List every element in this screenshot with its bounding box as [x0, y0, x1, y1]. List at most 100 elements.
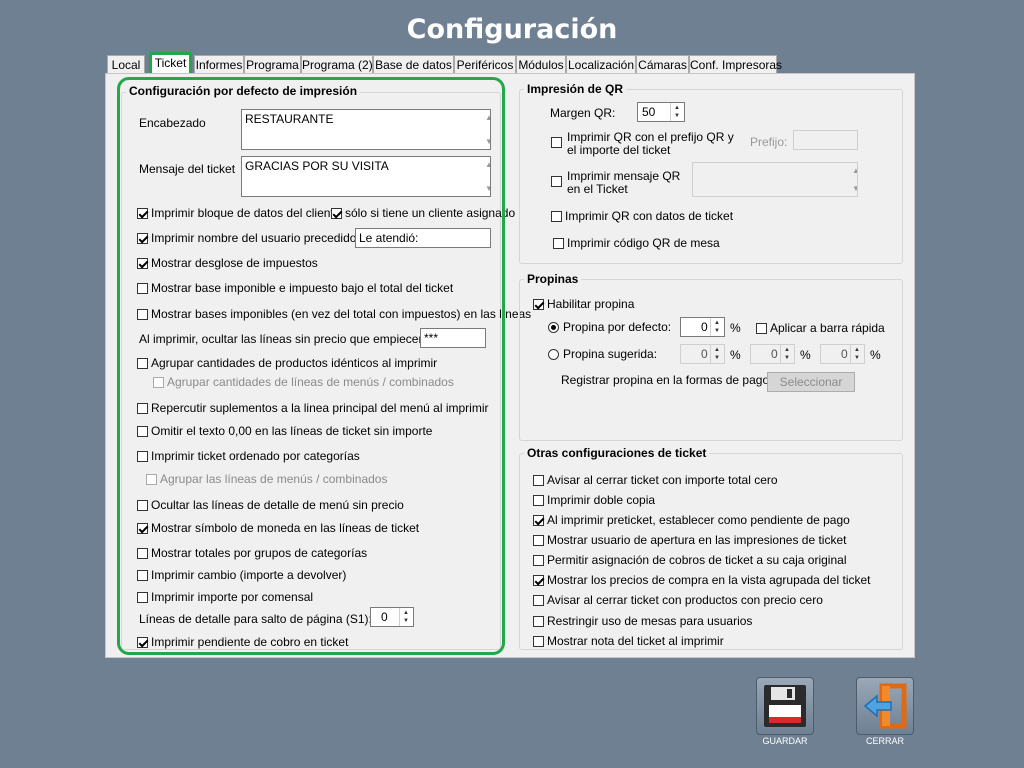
checkbox-box — [137, 500, 148, 511]
header-textarea[interactable]: RESTAURANTE ▲▼ — [241, 109, 491, 150]
spinner-arrows[interactable]: ▲ ▼ — [710, 318, 724, 336]
spinner-arrows[interactable]: ▲ ▼ — [710, 345, 724, 363]
print-defaults-title: Configuración por defecto de impresión — [126, 84, 361, 98]
checkbox-box — [137, 451, 148, 462]
spinner-arrows[interactable]: ▲ ▼ — [670, 103, 684, 121]
qr-margin-spinner[interactable]: 50 ▲ ▼ — [637, 102, 685, 122]
tab-perifericos[interactable]: Periféricos — [454, 55, 516, 73]
other-item-1-checkbox[interactable]: Imprimir doble copia — [533, 493, 655, 507]
tab-base-de-datos[interactable]: Base de datos — [373, 55, 454, 73]
show-tax-base-checkbox[interactable]: Mostrar base imponible e impuesto bajo e… — [137, 281, 453, 295]
scroll-up-icon: ▲ — [849, 166, 857, 175]
other-item-8-checkbox[interactable]: Mostrar nota del ticket al imprimir — [533, 634, 724, 648]
tab-modulos[interactable]: Módulos — [516, 55, 566, 73]
show-tax-bases-lines-checkbox[interactable]: Mostrar bases imponibles (en vez del tot… — [137, 307, 531, 321]
qr-table-code-checkbox[interactable]: Imprimir código QR de mesa — [553, 236, 720, 250]
omit-zero-text-checkbox[interactable]: Omitir el texto 0,00 en las líneas de ti… — [137, 424, 432, 438]
save-button[interactable] — [756, 677, 814, 735]
group-identical-products-checkbox[interactable]: Agrupar cantidades de productos idéntico… — [137, 356, 437, 370]
checkbox-box — [533, 299, 544, 310]
other-item-3-checkbox[interactable]: Mostrar usuario de apertura en las impre… — [533, 533, 846, 547]
suggested-tip-spinner-2[interactable]: 0 ▲ ▼ — [750, 344, 795, 364]
qr-margin-label: Margen QR: — [550, 106, 616, 120]
print-user-name-checkbox[interactable]: Imprimir nombre del usuario precedido de… — [137, 231, 376, 245]
message-label: Mensaje del ticket — [139, 162, 236, 176]
show-tax-breakdown-checkbox[interactable]: Mostrar desglose de impuestos — [137, 256, 318, 270]
scroll-down-icon: ▼ — [482, 137, 490, 146]
tab-conf-impresoras[interactable]: Conf. Impresoras — [689, 55, 782, 73]
print-client-block-checkbox[interactable]: Imprimir bloque de datos del cliente — [137, 206, 340, 220]
hide-lines-input[interactable]: *** — [420, 328, 486, 348]
print-pending-payment-checkbox[interactable]: Imprimir pendiente de cobro en ticket — [137, 635, 348, 649]
tab-ticket[interactable]: Ticket — [149, 52, 192, 74]
other-item-7-checkbox[interactable]: Restringir uso de mesas para usuarios — [533, 614, 752, 628]
suggested-tip-spinner-3[interactable]: 0 ▲ ▼ — [820, 344, 865, 364]
other-item-5-checkbox[interactable]: Mostrar los precios de compra en la vist… — [533, 573, 871, 587]
show-currency-symbol-checkbox[interactable]: Mostrar símbolo de moneda en las líneas … — [137, 521, 419, 535]
qr-message-scrollbar[interactable]: ▲▼ — [842, 164, 857, 195]
checkbox-box — [551, 176, 562, 187]
show-category-totals-checkbox[interactable]: Mostrar totales por grupos de categorías — [137, 546, 367, 560]
user-prefix-input[interactable]: Le atendió: — [355, 228, 491, 248]
hide-menu-detail-lines-checkbox[interactable]: Ocultar las líneas de detalle de menú si… — [137, 498, 404, 512]
qr-ticket-data-checkbox[interactable]: Imprimir QR con datos de ticket — [551, 209, 733, 223]
percent-label: % — [870, 348, 881, 362]
spin-down-icon: ▼ — [854, 355, 860, 361]
qr-message-checkbox[interactable]: Imprimir mensaje QR en el Ticket — [551, 170, 681, 196]
spin-up-icon: ▲ — [854, 347, 860, 353]
print-change-checkbox[interactable]: Imprimir cambio (importe a devolver) — [137, 568, 346, 582]
tab-localizacion[interactable]: Localización — [566, 55, 636, 73]
header-scrollbar[interactable]: ▲▼ — [475, 111, 490, 148]
spinner-arrows[interactable]: ▲ ▼ — [399, 608, 413, 626]
close-button[interactable] — [856, 677, 914, 735]
spin-down-icon: ▼ — [714, 355, 720, 361]
checkbox-box — [551, 211, 562, 222]
only-assigned-client-checkbox[interactable]: sólo si tiene un cliente asignado — [331, 206, 515, 220]
enable-tips-checkbox[interactable]: Habilitar propina — [533, 297, 634, 311]
suggested-tip-radio[interactable]: Propina sugerida: — [548, 347, 657, 361]
default-tip-spinner[interactable]: 0 ▲ ▼ — [680, 317, 725, 337]
default-tip-radio[interactable]: Propina por defecto: — [548, 320, 671, 334]
lines-break-spinner[interactable]: 0 ▲ ▼ — [370, 607, 414, 627]
print-ordered-by-category-checkbox[interactable]: Imprimir ticket ordenado por categorías — [137, 449, 360, 463]
tab-programa[interactable]: Programa — [244, 55, 301, 73]
pass-supplements-checkbox[interactable]: Repercutir suplementos a la linea princi… — [137, 401, 488, 415]
tab-panel: Configuración por defecto de impresión E… — [105, 73, 915, 658]
other-settings-title: Otras configuraciones de ticket — [524, 446, 710, 460]
register-tip-label: Registrar propina en la formas de pago: — [561, 373, 773, 387]
tab-programa-2[interactable]: Programa (2) — [301, 55, 373, 73]
scroll-up-icon: ▲ — [482, 113, 490, 122]
tab-informes[interactable]: Informes — [194, 55, 244, 73]
spinner-arrows[interactable]: ▲ ▼ — [780, 345, 794, 363]
checkbox-box — [137, 208, 148, 219]
header-text: RESTAURANTE — [245, 112, 334, 126]
floppy-disk-icon — [764, 685, 806, 727]
other-item-4-checkbox[interactable]: Permitir asignación de cobros de ticket … — [533, 553, 846, 567]
other-item-6-checkbox[interactable]: Avisar al cerrar ticket con productos co… — [533, 593, 823, 607]
select-payment-methods-button[interactable]: Seleccionar — [767, 372, 855, 392]
spin-up-icon: ▲ — [403, 610, 409, 616]
hide-lines-label: Al imprimir, ocultar las líneas sin prec… — [139, 332, 450, 346]
checkbox-box — [551, 137, 562, 148]
suggested-tip-spinner-1[interactable]: 0 ▲ ▼ — [680, 344, 725, 364]
message-scrollbar[interactable]: ▲▼ — [475, 158, 490, 195]
qr-prefix-checkbox[interactable]: Imprimir QR con el prefijo QR y el impor… — [551, 131, 741, 157]
checkbox-box — [137, 592, 148, 603]
qr-message-textarea[interactable]: ▲▼ — [692, 162, 858, 197]
other-item-0-checkbox[interactable]: Avisar al cerrar ticket con importe tota… — [533, 473, 778, 487]
group-menu-lines-checkbox[interactable]: Agrupar cantidades de líneas de menús / … — [153, 375, 454, 389]
message-textarea[interactable]: GRACIAS POR SU VISITA ▲▼ — [241, 156, 491, 197]
checkbox-box — [137, 258, 148, 269]
tab-local[interactable]: Local — [107, 55, 145, 73]
checkbox-box — [137, 426, 148, 437]
tab-camaras[interactable]: Cámaras — [636, 55, 689, 73]
print-amount-per-diner-checkbox[interactable]: Imprimir importe por comensal — [137, 590, 313, 604]
group-menu-combined-lines-checkbox[interactable]: Agrupar las líneas de menús / combinados — [146, 472, 387, 486]
radio-dot — [548, 322, 559, 333]
quick-bar-checkbox[interactable]: Aplicar a barra rápida — [756, 321, 885, 335]
other-item-2-checkbox[interactable]: Al imprimir preticket, establecer como p… — [533, 513, 850, 527]
checkbox-box — [137, 548, 148, 559]
checkbox-box — [533, 575, 544, 586]
qr-prefix-input[interactable] — [793, 130, 858, 150]
spinner-arrows[interactable]: ▲ ▼ — [850, 345, 864, 363]
